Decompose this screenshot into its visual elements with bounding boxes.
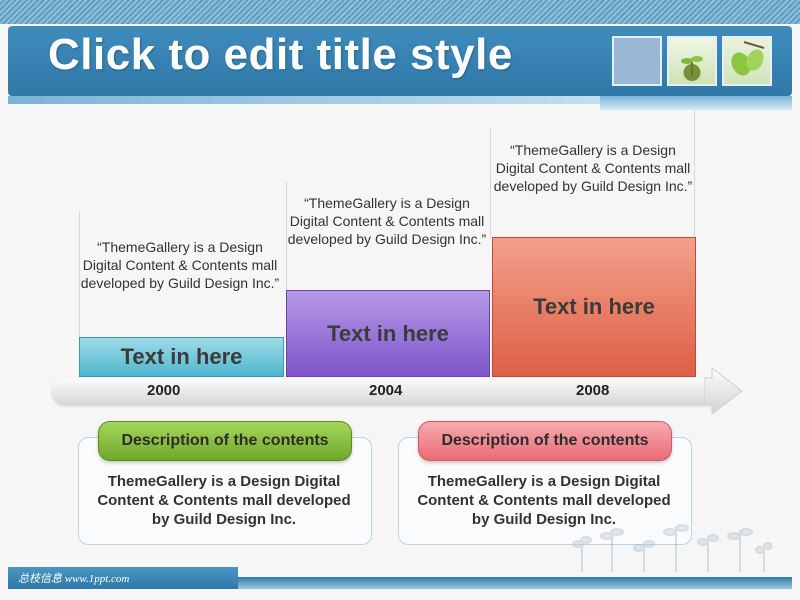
guide-line — [694, 110, 695, 237]
timeline-arrow-icon — [704, 368, 743, 414]
sprout-photo-icon — [667, 36, 717, 86]
timeline-block-2000[interactable]: Text in here — [79, 337, 284, 377]
quote-2008[interactable]: “ThemeGallery is a Design Digital Conten… — [493, 141, 693, 195]
top-stripe — [0, 0, 800, 24]
timeline-block-2004[interactable]: Text in here — [286, 290, 490, 377]
quote-2004[interactable]: “ThemeGallery is a Design Digital Conten… — [287, 194, 487, 248]
slide: Click to edit title style “ThemeGallery … — [0, 0, 800, 600]
header-underline — [8, 96, 608, 104]
description-title-right[interactable]: Description of the contents — [418, 421, 672, 461]
header-underline-right — [600, 96, 792, 110]
sprouts-decoration-icon — [572, 524, 772, 572]
timeline-block-label: Text in here — [120, 344, 243, 369]
description-title-text: Description of the contents — [121, 432, 329, 449]
guide-line — [490, 128, 491, 237]
quote-2000[interactable]: “ThemeGallery is a Design Digital Conten… — [80, 238, 280, 292]
timeline-block-label: Text in here — [327, 320, 449, 346]
year-label-2008: 2008 — [576, 382, 610, 399]
year-label-2000: 2000 — [147, 382, 181, 399]
footer-text: 总枝信息 www.1ppt.com — [18, 573, 130, 585]
description-title-text: Description of the contents — [441, 432, 649, 449]
photo-thumbnail-blank — [612, 36, 662, 86]
page-title[interactable]: Click to edit title style — [48, 30, 513, 80]
year-label-2004: 2004 — [369, 382, 403, 399]
description-body-left[interactable]: ThemeGallery is a Design Digital Content… — [94, 472, 354, 529]
leaf-photo-icon — [722, 36, 772, 86]
timeline-block-label: Text in here — [533, 294, 655, 319]
timeline-block-2008[interactable]: Text in here — [492, 237, 696, 377]
footer-line — [238, 577, 792, 589]
description-title-left[interactable]: Description of the contents — [98, 421, 352, 461]
